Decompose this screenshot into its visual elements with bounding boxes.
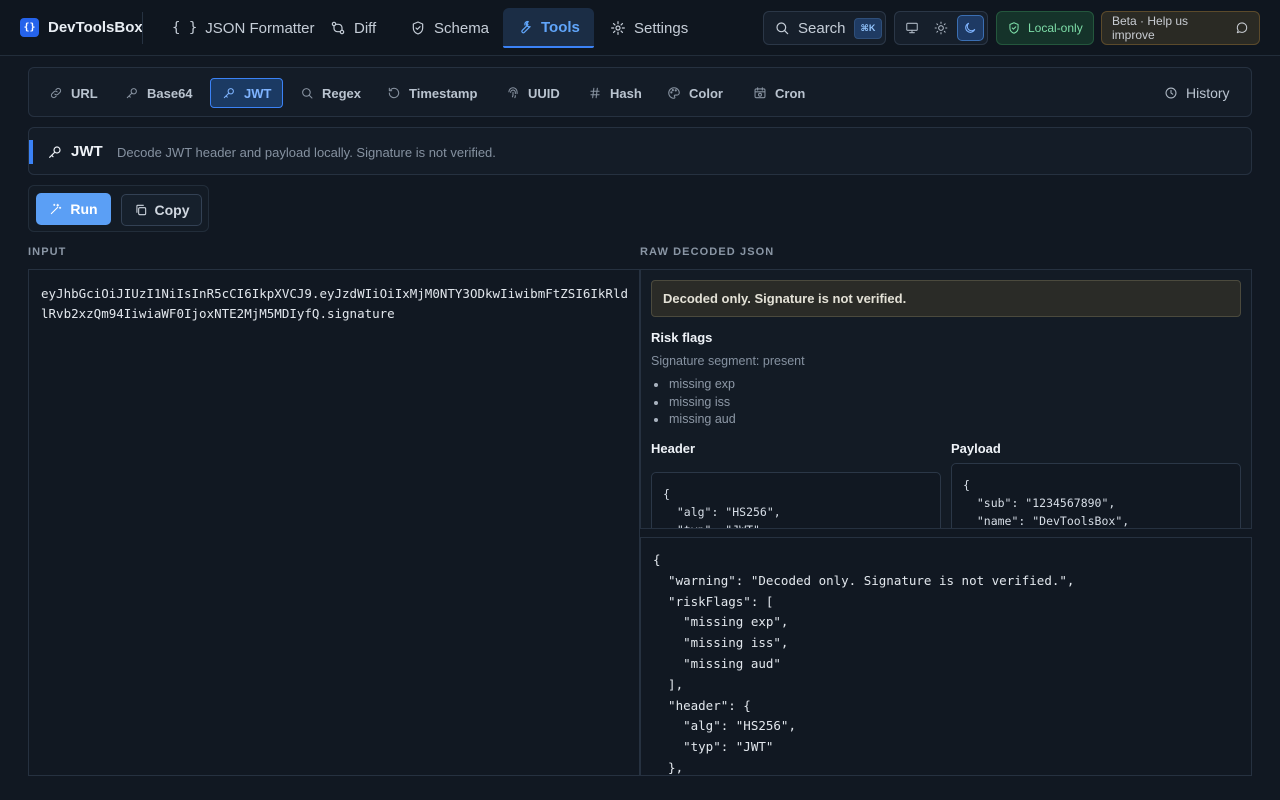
brand-name: DevToolsBox	[48, 19, 143, 36]
jwt-input-text[interactable]: eyJhbGciOiJIUzI1NiIsInR5cCI6IkpXVCJ9.eyJ…	[41, 284, 631, 324]
shield-check-icon	[1007, 21, 1021, 35]
sun-icon	[934, 21, 948, 35]
tab-label: Base64	[147, 85, 193, 101]
nav-json-formatter[interactable]: { } JSON Formatter	[158, 8, 328, 48]
top-nav: {} DevToolsBox { } JSON Formatter Diff S…	[0, 0, 1280, 56]
gear-icon	[610, 20, 626, 36]
key-icon	[49, 145, 61, 158]
brand[interactable]: {} DevToolsBox	[20, 18, 143, 37]
banner-accent	[29, 140, 33, 164]
git-compare-icon	[330, 20, 346, 36]
input-label: INPUT	[28, 246, 67, 258]
action-bar: Run Copy	[28, 185, 209, 232]
rotate-icon	[388, 87, 400, 99]
tab-label: Cron	[775, 85, 806, 101]
raw-json-text: { "warning": "Decoded only. Signature is…	[653, 552, 1075, 775]
monitor-icon	[905, 22, 918, 34]
hash-icon	[590, 87, 600, 99]
clock-icon	[1165, 87, 1177, 99]
nav-settings[interactable]: Settings	[596, 8, 702, 48]
copy-icon	[135, 204, 146, 216]
nav-label: Settings	[634, 19, 689, 37]
history-button[interactable]: History	[1153, 78, 1241, 108]
tab-uuid[interactable]: UUID	[495, 78, 571, 108]
run-button[interactable]: Run	[36, 193, 111, 225]
tool-title: JWT	[47, 143, 103, 160]
local-only-badge[interactable]: Local-only	[996, 11, 1094, 45]
tab-cron[interactable]: Cron	[742, 78, 816, 108]
search-icon	[774, 20, 790, 36]
tab-jwt[interactable]: JWT	[210, 78, 284, 108]
nav-schema[interactable]: Schema	[396, 8, 503, 48]
tab-timestamp[interactable]: Timestamp	[376, 78, 488, 108]
tool-tabs: URL Base64 JWT Regex Timestamp UUID Hash…	[28, 67, 1252, 117]
tab-label: Timestamp	[409, 85, 478, 101]
signature-warning: Decoded only. Signature is not verified.	[651, 280, 1241, 317]
nav-label: Diff	[354, 19, 377, 37]
tab-label: JWT	[244, 85, 272, 101]
tab-label: URL	[71, 85, 98, 101]
search-shortcut: ⌘K	[853, 17, 883, 39]
tab-label: Regex	[322, 85, 362, 101]
tab-label: Color	[689, 85, 723, 101]
tool-title-text: JWT	[71, 143, 103, 160]
output-label: RAW DECODED JSON	[640, 246, 775, 258]
theme-system-button[interactable]	[898, 15, 925, 41]
tool-description: Decode JWT header and payload locally. S…	[117, 145, 496, 160]
signature-status: Signature segment: present	[651, 354, 805, 368]
header-title: Header	[651, 441, 696, 456]
key-icon	[223, 88, 234, 99]
search-icon	[302, 88, 313, 99]
tab-label: UUID	[528, 85, 560, 101]
copy-label: Copy	[154, 202, 190, 218]
nav-label: Tools	[541, 18, 580, 36]
tab-base64[interactable]: Base64	[114, 78, 204, 108]
jwt-input-editor[interactable]: eyJhbGciOiJIUzI1NiIsInR5cCI6IkpXVCJ9.eyJ…	[28, 269, 640, 776]
tab-label: Hash	[610, 85, 642, 101]
key-icon	[126, 88, 137, 99]
wrench-icon	[517, 19, 533, 35]
theme-dark-button[interactable]	[956, 15, 984, 41]
copy-button[interactable]: Copy	[121, 194, 202, 226]
nav-divider	[142, 12, 143, 44]
nav-tools[interactable]: Tools	[503, 8, 594, 48]
shield-check-icon	[410, 20, 426, 36]
nav-label: JSON Formatter	[205, 19, 315, 37]
payload-json-block[interactable]: { "sub": "1234567890", "name": "DevTools…	[951, 463, 1241, 528]
tab-regex[interactable]: Regex	[289, 78, 372, 108]
nav-diff[interactable]: Diff	[316, 8, 390, 48]
link-icon	[50, 87, 62, 99]
header-json-block[interactable]: { "alg": "HS256", "typ": "JWT" }	[651, 472, 941, 528]
risk-flag-item: missing exp	[654, 376, 736, 394]
calendar-clock-icon	[754, 87, 766, 99]
search-button[interactable]: Search ⌘K	[763, 11, 886, 45]
search-label: Search	[798, 19, 846, 37]
theme-switcher	[894, 11, 988, 45]
moon-icon	[965, 22, 976, 33]
tool-header: JWT Decode JWT header and payload locall…	[28, 127, 1252, 175]
decoded-result-panel: Decoded only. Signature is not verified.…	[640, 269, 1252, 529]
tab-color[interactable]: Color	[656, 78, 734, 108]
risk-flags-title: Risk flags	[651, 330, 713, 345]
beta-label: Beta · Help us improve	[1112, 14, 1189, 42]
risk-flag-item: missing aud	[654, 411, 736, 429]
brand-logo: {}	[20, 18, 39, 37]
tab-hash[interactable]: Hash	[577, 78, 653, 108]
palette-icon	[668, 87, 680, 99]
beta-feedback-button[interactable]: Beta · Help us improve	[1101, 11, 1260, 45]
tab-url[interactable]: URL	[38, 78, 109, 108]
wand-icon	[51, 203, 62, 215]
run-label: Run	[70, 201, 98, 217]
risk-flag-item: missing iss	[654, 394, 736, 412]
risk-flags-list: missing exp missing iss missing aud	[654, 376, 736, 429]
history-label: History	[1186, 85, 1230, 101]
nav-label: Schema	[434, 19, 490, 37]
payload-title: Payload	[951, 441, 1001, 456]
theme-light-button[interactable]	[927, 15, 954, 41]
local-only-label: Local-only	[1028, 21, 1083, 35]
braces-icon: { }	[172, 20, 198, 36]
raw-json-panel[interactable]: { "warning": "Decoded only. Signature is…	[640, 537, 1252, 776]
fingerprint-icon	[508, 87, 518, 99]
message-circle-icon	[1235, 21, 1249, 35]
